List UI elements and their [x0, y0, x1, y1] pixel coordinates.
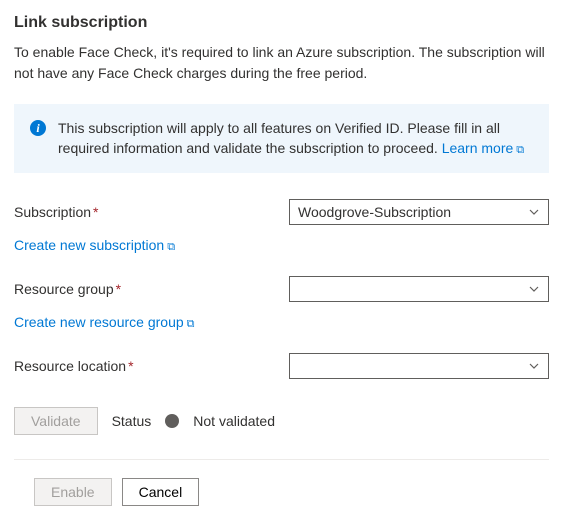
validate-button[interactable]: Validate: [14, 407, 98, 435]
info-message: This subscription will apply to all feat…: [58, 118, 533, 159]
info-icon: i: [30, 120, 46, 136]
resource-group-row: Resource group*: [14, 276, 549, 302]
info-box: i This subscription will apply to all fe…: [14, 104, 549, 173]
info-text: This subscription will apply to all feat…: [58, 120, 500, 156]
external-link-icon: ⧉: [167, 241, 175, 254]
required-marker: *: [128, 358, 133, 374]
enable-button[interactable]: Enable: [34, 478, 112, 506]
chevron-down-icon: [528, 206, 540, 218]
intro-text: To enable Face Check, it's required to l…: [14, 42, 549, 84]
required-marker: *: [116, 281, 121, 297]
resource-location-label: Resource location*: [14, 358, 289, 374]
subscription-row: Subscription* Woodgrove-Subscription: [14, 199, 549, 225]
chevron-down-icon: [528, 283, 540, 295]
resource-location-select[interactable]: [289, 353, 549, 379]
subscription-label: Subscription*: [14, 204, 289, 220]
chevron-down-icon: [528, 360, 540, 372]
learn-more-link[interactable]: Learn more⧉: [442, 140, 524, 156]
external-link-icon: ⧉: [187, 318, 195, 331]
status-indicator-icon: [165, 414, 179, 428]
validate-row: Validate Status Not validated: [14, 407, 549, 435]
status-label: Status: [112, 413, 152, 429]
action-row: Enable Cancel: [14, 478, 549, 506]
create-subscription-link[interactable]: Create new subscription⧉: [14, 237, 175, 253]
required-marker: *: [93, 204, 98, 220]
resource-group-select[interactable]: [289, 276, 549, 302]
external-link-icon: ⧉: [516, 143, 524, 159]
resource-location-row: Resource location*: [14, 353, 549, 379]
status-value: Not validated: [193, 413, 275, 429]
divider: [14, 459, 549, 460]
subscription-value: Woodgrove-Subscription: [298, 204, 451, 220]
create-resource-group-link[interactable]: Create new resource group⧉: [14, 314, 195, 330]
page-title: Link subscription: [14, 14, 549, 32]
resource-group-label: Resource group*: [14, 281, 289, 297]
cancel-button[interactable]: Cancel: [122, 478, 200, 506]
subscription-select[interactable]: Woodgrove-Subscription: [289, 199, 549, 225]
